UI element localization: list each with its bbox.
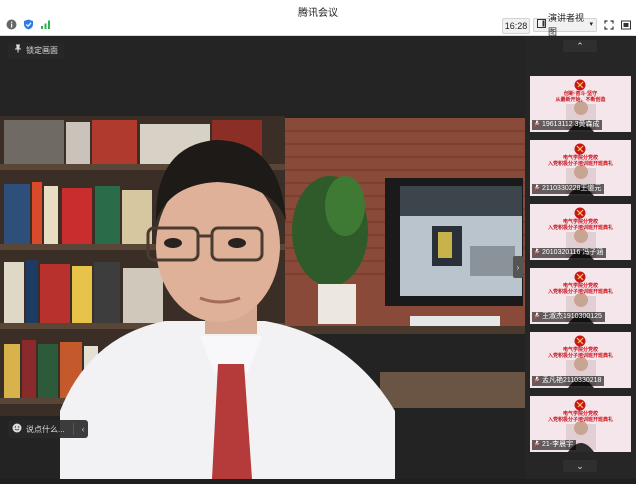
participant-name: 21-李晨宇 <box>542 441 574 448</box>
more-options-icon[interactable] <box>619 18 633 32</box>
slide-line-2: 入党积极分子培训班开班典礼 <box>547 353 613 359</box>
smile-icon <box>12 423 22 435</box>
chevron-left-icon[interactable]: ‹ <box>82 424 85 434</box>
chat-input-button[interactable]: 说点什么... ‹ <box>8 420 88 438</box>
participant-tile[interactable]: 创新·奋斗·坚守 从最新开始，不断创造 19613112 3黄森成 <box>530 76 631 132</box>
scroll-up-button[interactable]: ⌃ <box>563 40 597 52</box>
grid-view-icon <box>537 18 546 32</box>
participant-name: 19613112 3黄森成 <box>542 121 600 128</box>
scroll-down-button[interactable]: ⌄ <box>563 460 597 472</box>
title-bar: 腾讯会议 16:28 演讲者视图 ▾ <box>0 0 636 37</box>
info-icon[interactable] <box>6 19 17 30</box>
participant-name-tag: 孟凡艳2110330218 <box>532 375 605 387</box>
participant-name-tag: 21-李晨宇 <box>532 439 577 451</box>
participant-name: 2110330228王道元 <box>542 185 602 192</box>
collapse-panel-button[interactable]: › <box>513 256 523 278</box>
chat-placeholder: 说点什么... <box>26 424 65 434</box>
window-title: 腾讯会议 <box>298 8 338 19</box>
participants-panel: ⌃ 创新·奋斗·坚守 从最新开始，不断创造 19613112 3黄森成 电气学院分党校… <box>525 36 636 479</box>
mic-off-icon <box>534 375 540 387</box>
slide-line-2: 入党积极分子培训班开班典礼 <box>547 161 613 167</box>
security-shield-icon[interactable] <box>23 19 34 30</box>
participant-name: 2010320116 冯子涵 <box>542 249 604 256</box>
mic-off-icon <box>534 119 540 131</box>
view-mode-button[interactable]: 演讲者视图 ▾ <box>533 13 597 37</box>
mic-off-icon <box>534 311 540 323</box>
mic-off-icon <box>534 439 540 451</box>
lock-view-label: 锁定画面 <box>26 46 58 55</box>
slide-line-2: 从最新开始，不断创造 <box>555 97 606 103</box>
chevron-down-icon: ⌄ <box>576 460 584 471</box>
participant-name: 王淑杰1910300125 <box>542 313 602 320</box>
divider <box>72 423 74 435</box>
participant-tile[interactable]: 电气学院分党校 入党积极分子培训班开班典礼 2010320116 冯子涵 <box>530 204 631 260</box>
chevron-up-icon: ⌃ <box>576 40 584 51</box>
signal-icon[interactable] <box>40 19 51 30</box>
participant-name-tag: 2110330228王道元 <box>532 183 605 195</box>
mic-off-icon <box>534 183 540 195</box>
participant-name: 孟凡艳2110330218 <box>542 377 602 384</box>
participant-tile[interactable]: 电气学院分党校 入党积极分子培训班开班典礼 孟凡艳2110330218 <box>530 332 631 388</box>
chevron-down-icon: ▾ <box>589 21 593 28</box>
participant-tile[interactable]: 电气学院分党校 入党积极分子培训班开班典礼 2110330228王道元 <box>530 140 631 196</box>
participant-tile[interactable]: 电气学院分党校 入党积极分子培训班开班典礼 21-李晨宇 <box>530 396 631 452</box>
speaker-video-frame <box>0 36 525 479</box>
meeting-timer: 16:28 <box>502 18 530 34</box>
view-mode-label: 演讲者视图 <box>548 13 585 37</box>
fullscreen-icon[interactable] <box>602 18 616 32</box>
lock-view-button[interactable]: 锁定画面 <box>8 43 64 59</box>
slide-line-2: 入党积极分子培训班开班典礼 <box>547 417 613 423</box>
slide-line-2: 入党积极分子培训班开班典礼 <box>547 225 613 231</box>
participant-name-tag: 19613112 3黄森成 <box>532 119 603 131</box>
pin-icon <box>14 43 22 59</box>
main-speaker-video[interactable]: 锁定画面 说点什么... ‹ › <box>0 36 525 479</box>
slide-line-2: 入党积极分子培训班开班典礼 <box>547 289 613 295</box>
participant-name-tag: 王淑杰1910300125 <box>532 311 605 323</box>
participant-name-tag: 2010320116 冯子涵 <box>532 247 607 259</box>
participant-tile[interactable]: 电气学院分党校 入党积极分子培训班开班典礼 王淑杰1910300125 <box>530 268 631 324</box>
mic-off-icon <box>534 247 540 259</box>
